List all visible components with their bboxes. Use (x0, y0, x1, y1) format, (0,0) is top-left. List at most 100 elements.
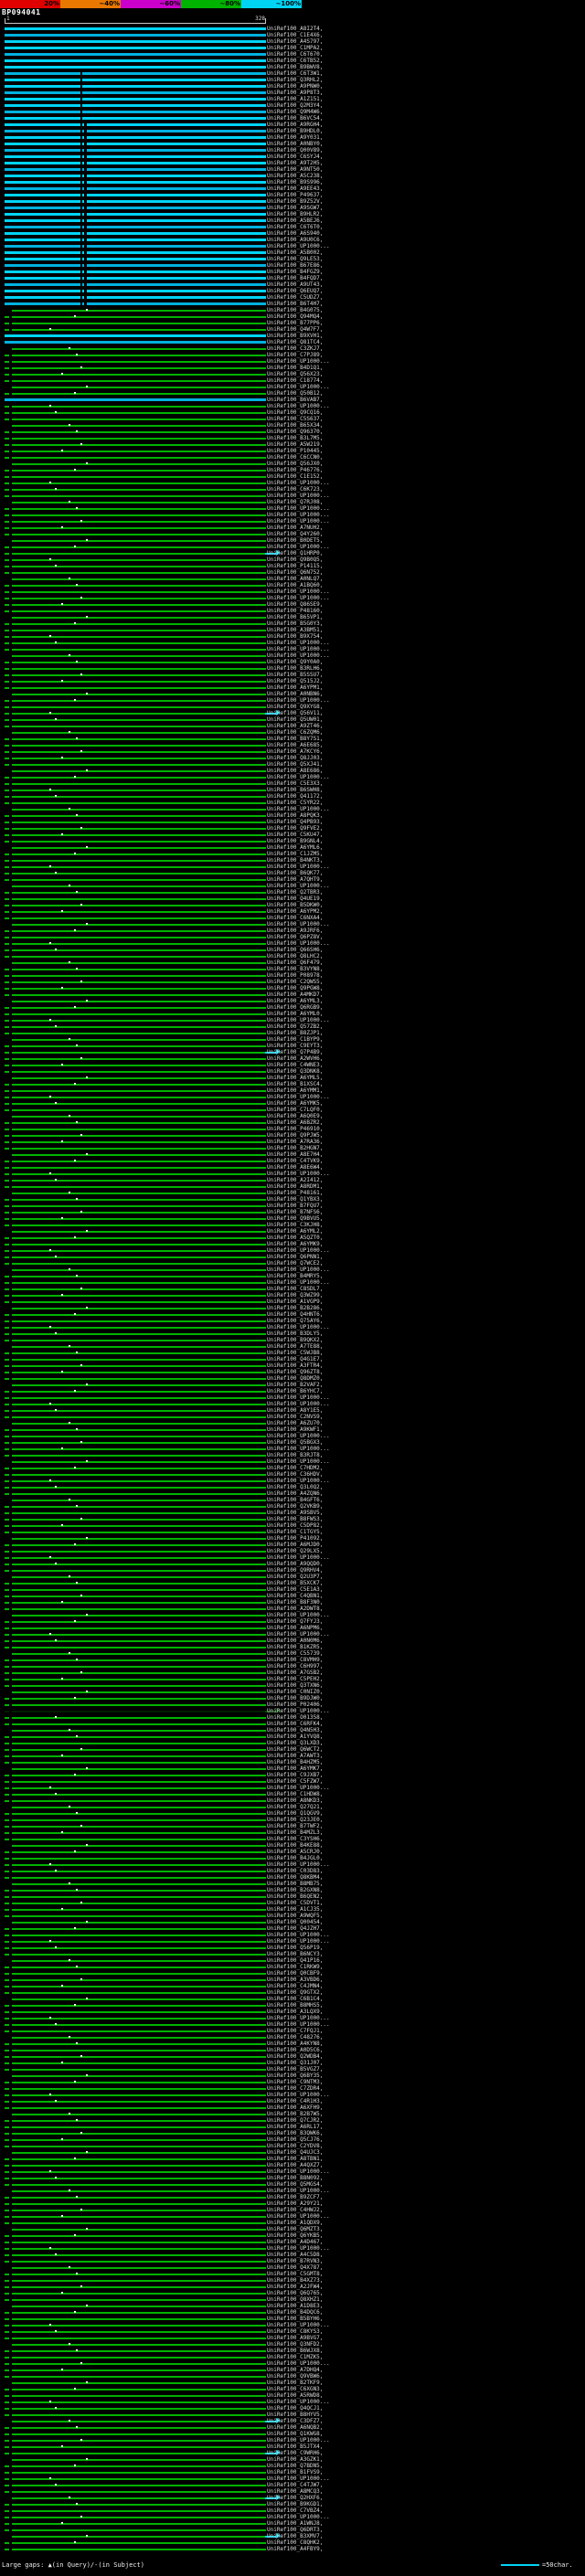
alignment-row[interactable]: UniRef100_UP1000... (0, 1785, 585, 1791)
alignment-bar[interactable] (11, 1711, 266, 1712)
alignment-row[interactable]: UniRef100_A6MJD0, (0, 1542, 585, 1548)
alignment-row[interactable]: UniRef100_A9U0C6, (0, 237, 585, 243)
alignment-row[interactable]: UniRef100_C6XGN3, (0, 2386, 585, 2392)
alignment-bar[interactable] (5, 1129, 10, 1130)
alignment-row[interactable]: UniRef100_C4TVK9, (0, 1158, 585, 1164)
alignment-bar[interactable] (11, 2536, 266, 2538)
alignment-row[interactable]: UniRef100_Q9BVU5, (0, 1215, 585, 1222)
alignment-bar[interactable] (11, 1966, 266, 1968)
alignment-bar[interactable] (86, 194, 266, 196)
alignment-bar[interactable] (11, 1903, 266, 1904)
alignment-bar[interactable] (5, 1992, 10, 1994)
alignment-row[interactable]: UniRef100_UP1000... (0, 512, 585, 518)
alignment-bar[interactable] (82, 123, 85, 126)
alignment-row[interactable]: UniRef100_UP1000... (0, 2245, 585, 2252)
alignment-bar[interactable] (5, 591, 10, 593)
alignment-bar[interactable] (5, 355, 10, 356)
alignment-bar[interactable] (5, 1295, 10, 1297)
alignment-row[interactable]: UniRef100_B2VAF2, (0, 1382, 585, 1388)
alignment-bar[interactable] (11, 1871, 266, 1872)
alignment-bar[interactable] (11, 2056, 266, 2058)
alignment-row[interactable]: UniRef100_C4TJW7, (0, 2482, 585, 2488)
alignment-bar[interactable] (5, 245, 80, 248)
alignment-bar[interactable] (5, 1858, 10, 1860)
alignment-row[interactable]: UniRef100_Q9VBW6, (0, 2373, 585, 2380)
alignment-bar[interactable] (5, 2107, 10, 2109)
alignment-bar[interactable] (5, 1941, 10, 1943)
alignment-row[interactable]: UniRef100_UP1000... (0, 595, 585, 601)
alignment-bar[interactable] (82, 302, 85, 305)
alignment-bar[interactable] (5, 1340, 10, 1341)
alignment-bar[interactable] (11, 1116, 266, 1118)
alignment-row[interactable]: UniRef100_C7ZDR4, (0, 2085, 585, 2092)
alignment-bar[interactable] (5, 1775, 10, 1776)
alignment-bar[interactable] (11, 617, 266, 619)
alignment-bar[interactable] (5, 1205, 10, 1207)
alignment-bar[interactable] (5, 1224, 10, 1226)
alignment-bar[interactable] (5, 2453, 10, 2454)
alignment-bar[interactable] (5, 194, 80, 196)
alignment-row[interactable]: UniRef100_A7DHQ4, (0, 2367, 585, 2373)
alignment-row[interactable]: UniRef100_UP1000... (0, 2021, 585, 2028)
alignment-row[interactable]: UniRef100_UP1000... (0, 2092, 585, 2098)
alignment-bar[interactable] (11, 1026, 266, 1028)
alignment-bar[interactable] (5, 508, 10, 510)
alignment-bar[interactable] (11, 1001, 266, 1002)
alignment-bar[interactable] (11, 316, 266, 318)
alignment-bar[interactable] (11, 2414, 266, 2416)
alignment-bar[interactable] (11, 1679, 266, 1680)
alignment-row[interactable]: UniRef100_A1Z151, (0, 96, 585, 102)
alignment-row[interactable]: UniRef100_A9WQF5, (0, 1913, 585, 1919)
alignment-bar[interactable] (11, 2523, 266, 2525)
alignment-row[interactable]: UniRef100_A9RGH4, (0, 122, 585, 128)
alignment-bar[interactable] (11, 1672, 266, 1674)
alignment-bar[interactable] (11, 732, 266, 734)
alignment-bar[interactable] (11, 834, 266, 836)
alignment-bar[interactable] (11, 1998, 266, 2000)
alignment-row[interactable]: UniRef100_O01358, (0, 1714, 585, 1721)
alignment-bar[interactable] (5, 1711, 10, 1712)
alignment-bar[interactable] (11, 662, 266, 663)
alignment-bar[interactable] (11, 1058, 266, 1060)
alignment-row[interactable]: UniRef100_B65X34, (0, 422, 585, 429)
alignment-bar[interactable] (11, 489, 266, 491)
alignment-bar[interactable] (11, 1736, 266, 1738)
alignment-bar[interactable] (5, 2062, 10, 2064)
alignment-row[interactable]: UniRef100_C1MPA2, (0, 45, 585, 51)
alignment-row[interactable]: UniRef100_C4JMN4, (0, 1983, 585, 1989)
alignment-row[interactable]: UniRef100_Q94MQ4, (0, 313, 585, 320)
alignment-row[interactable]: UniRef100_UP1000... (0, 403, 585, 409)
alignment-bar[interactable] (11, 380, 266, 382)
alignment-bar[interactable] (82, 245, 85, 248)
alignment-bar[interactable] (11, 578, 266, 580)
alignment-row[interactable]: UniRef100_B4GFT6, (0, 1497, 585, 1503)
alignment-row[interactable]: UniRef100_A6YMK7, (0, 1765, 585, 1772)
alignment-row[interactable]: UniRef100_C9WRH6, (0, 2450, 585, 2456)
alignment-bar[interactable] (5, 1416, 10, 1418)
alignment-bar[interactable] (5, 2242, 10, 2243)
alignment-bar[interactable] (5, 316, 10, 318)
alignment-row[interactable]: UniRef100_B7FQU7, (0, 1203, 585, 1209)
alignment-bar[interactable] (5, 674, 10, 676)
alignment-row[interactable]: UniRef100_C2YDV8, (0, 2143, 585, 2149)
alignment-bar[interactable] (5, 1634, 10, 1636)
alignment-bar[interactable] (5, 636, 10, 638)
alignment-bar[interactable] (5, 1979, 10, 1981)
alignment-bar[interactable] (11, 885, 266, 887)
alignment-row[interactable]: UniRef100_Q8LHC2, (0, 953, 585, 959)
alignment-bar[interactable] (11, 1532, 266, 1533)
alignment-row[interactable]: UniRef100_Q9CQ16, (0, 409, 585, 416)
alignment-bar[interactable] (5, 270, 80, 273)
alignment-bar[interactable] (11, 1595, 266, 1597)
alignment-bar[interactable] (11, 1218, 266, 1220)
alignment-row[interactable]: UniRef100_A7RA36, (0, 1139, 585, 1145)
alignment-row[interactable]: UniRef100_A4MKD7, (0, 991, 585, 998)
alignment-row[interactable]: UniRef100_A1YVQ8, (0, 1733, 585, 1740)
alignment-bar[interactable] (11, 2427, 266, 2429)
alignment-row[interactable]: UniRef100_UP1000... (0, 1017, 585, 1023)
alignment-bar[interactable] (11, 1013, 266, 1015)
alignment-row[interactable]: UniRef100_B3DLY5, (0, 1330, 585, 1337)
alignment-bar[interactable] (11, 2408, 266, 2410)
alignment-bar[interactable] (11, 534, 266, 535)
alignment-row[interactable]: UniRef100_B6YHC7, (0, 1388, 585, 1394)
